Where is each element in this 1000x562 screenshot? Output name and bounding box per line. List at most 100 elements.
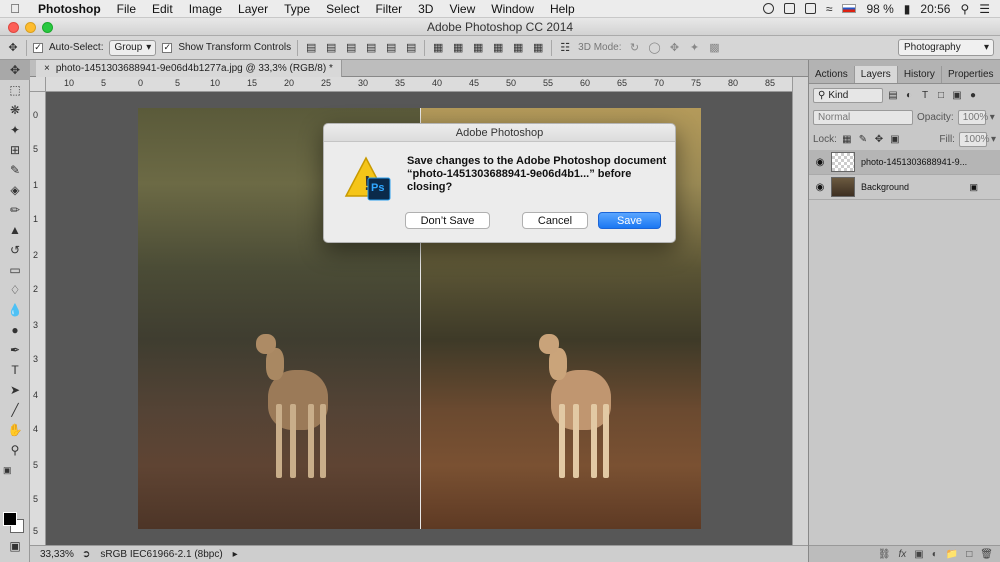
lock-image-icon[interactable]: ✎ [857, 133, 869, 145]
healing-brush-tool-icon[interactable]: ◈ [0, 180, 30, 200]
tab-properties[interactable]: Properties [942, 66, 1000, 83]
display-icon[interactable] [804, 3, 816, 14]
clone-stamp-tool-icon[interactable]: ▲ [0, 220, 30, 240]
distribute-right-icon[interactable]: ▦ [531, 41, 545, 55]
menu-3d[interactable]: 3D [410, 2, 441, 16]
brush-tool-icon[interactable]: ✏ [0, 200, 30, 220]
align-vcenter-icon[interactable]: ▤ [324, 41, 338, 55]
new-layer-icon[interactable]: □ [966, 549, 972, 560]
status-menu-arrow-icon[interactable]: ▸ [233, 549, 238, 560]
cancel-button[interactable]: Cancel [522, 212, 588, 229]
layer-row[interactable]: ◉ Background ▣ [809, 175, 1000, 200]
move-tool-preset-icon[interactable]: ✥ [6, 41, 20, 55]
lasso-tool-icon[interactable]: ❋ [0, 100, 30, 120]
path-selection-tool-icon[interactable]: ➤ [0, 380, 30, 400]
save-button[interactable]: Save [598, 212, 661, 229]
paint-bucket-tool-icon[interactable]: ♢ [0, 280, 30, 300]
filter-toggle-icon[interactable]: ● [967, 89, 979, 101]
3d-rotate-icon[interactable]: ↻ [628, 41, 642, 55]
auto-select-checkbox[interactable]: ✓ [33, 42, 43, 53]
foreground-color-swatch[interactable] [3, 512, 17, 526]
tab-history[interactable]: History [898, 66, 942, 83]
layer-name[interactable]: Background [861, 182, 909, 192]
battery-status[interactable]: 98 % [866, 2, 893, 16]
menu-filter[interactable]: Filter [367, 2, 410, 16]
eraser-tool-icon[interactable]: ▭ [0, 260, 30, 280]
blur-tool-icon[interactable]: 💧 [0, 300, 30, 320]
menu-edit[interactable]: Edit [144, 2, 181, 16]
align-top-icon[interactable]: ▤ [304, 41, 318, 55]
delete-layer-icon[interactable]: 🗑 [980, 549, 993, 560]
type-tool-icon[interactable]: T [0, 360, 30, 380]
visibility-eye-icon[interactable]: ◉ [809, 182, 831, 193]
apple-menu-icon[interactable]:  [0, 1, 30, 16]
align-left-icon[interactable]: ▤ [364, 41, 378, 55]
align-bottom-icon[interactable]: ▤ [344, 41, 358, 55]
3d-scale-icon[interactable]: ▩ [708, 41, 722, 55]
zoom-window-button[interactable] [42, 22, 53, 33]
visibility-eye-icon[interactable]: ◉ [809, 157, 831, 168]
close-window-button[interactable] [8, 22, 19, 33]
dont-save-button[interactable]: Don’t Save [405, 212, 490, 229]
input-language-flag-icon[interactable] [842, 4, 857, 13]
filter-kind-dropdown[interactable]: ⚲ Kind [813, 87, 883, 103]
new-group-icon[interactable]: 📁 [946, 549, 958, 560]
horizontal-ruler[interactable]: 10 5 0 5 10 15 20 25 30 35 40 45 50 55 6… [46, 77, 792, 92]
clock[interactable]: 20:56 [920, 2, 950, 16]
distribute-hcenter-icon[interactable]: ▦ [511, 41, 525, 55]
show-transform-checkbox[interactable]: ✓ [162, 42, 173, 53]
chevron-down-icon[interactable]: ▾ [990, 112, 995, 123]
add-mask-icon[interactable]: ▣ [914, 549, 923, 560]
distribute-top-icon[interactable]: ▦ [431, 41, 445, 55]
distribute-vcenter-icon[interactable]: ▦ [451, 41, 465, 55]
zoom-level[interactable]: 33,33% [30, 549, 76, 560]
menu-app[interactable]: Photoshop [30, 2, 109, 16]
lock-position-icon[interactable]: ✥ [873, 133, 885, 145]
default-colors-icon[interactable]: ▣ [0, 460, 30, 480]
filter-shape-icon[interactable]: □ [935, 89, 947, 101]
distribute-left-icon[interactable]: ▦ [491, 41, 505, 55]
opacity-input[interactable]: 100% [957, 109, 988, 125]
vertical-scrollbar[interactable] [792, 77, 808, 545]
blend-mode-dropdown[interactable]: Normal [813, 109, 913, 125]
close-tab-icon[interactable]: × [44, 63, 50, 74]
document-tab[interactable]: × photo-1451303688941-9e06d4b1277a.jpg @… [36, 60, 342, 77]
export-icon[interactable]: ➲ [82, 549, 90, 560]
layer-name[interactable]: photo-1451303688941-9... [861, 157, 967, 167]
link-layers-icon[interactable]: ⛓ [878, 549, 891, 560]
wifi-icon[interactable]: ≈ [826, 2, 833, 16]
3d-roll-icon[interactable]: ◯ [648, 41, 662, 55]
3d-pan-icon[interactable]: ✥ [668, 41, 682, 55]
align-hcenter-icon[interactable]: ▤ [384, 41, 398, 55]
filter-adjustment-icon[interactable]: ◐ [903, 89, 915, 101]
filter-pixel-icon[interactable]: ▤ [887, 89, 899, 101]
auto-select-dropdown[interactable]: Group ▾ [109, 39, 157, 56]
layer-style-icon[interactable]: fx [899, 549, 907, 560]
notifications-icon[interactable]: ☰ [979, 2, 990, 16]
align-right-icon[interactable]: ▤ [404, 41, 418, 55]
menu-type[interactable]: Type [276, 2, 318, 16]
crop-tool-icon[interactable]: ⊞ [0, 140, 30, 160]
menu-view[interactable]: View [441, 2, 483, 16]
quick-mask-icon[interactable]: ▣ [0, 536, 30, 556]
record-icon[interactable] [762, 3, 774, 14]
pen-tool-icon[interactable]: ✒ [0, 340, 30, 360]
chevron-down-icon[interactable]: ▾ [991, 134, 996, 145]
eyedropper-tool-icon[interactable]: ✎ [0, 160, 30, 180]
fill-input[interactable]: 100% [958, 131, 990, 147]
tab-actions[interactable]: Actions [809, 66, 855, 83]
tab-layers[interactable]: Layers [854, 66, 898, 83]
workspace-switcher[interactable]: Photography ▾ [898, 39, 994, 56]
hand-tool-icon[interactable]: ✋ [0, 420, 30, 440]
dodge-tool-icon[interactable]: ● [0, 320, 30, 340]
screen-share-icon[interactable] [783, 3, 795, 14]
filter-smart-object-icon[interactable]: ▣ [951, 89, 963, 101]
history-brush-tool-icon[interactable]: ↺ [0, 240, 30, 260]
filter-type-icon[interactable]: T [919, 89, 931, 101]
search-icon[interactable]: ⚲ [960, 2, 969, 16]
line-tool-icon[interactable]: ╱ [0, 400, 30, 420]
menu-file[interactable]: File [109, 2, 144, 16]
menu-layer[interactable]: Layer [230, 2, 276, 16]
distribute-bottom-icon[interactable]: ▦ [471, 41, 485, 55]
move-tool-icon[interactable]: ✥ [0, 60, 30, 80]
